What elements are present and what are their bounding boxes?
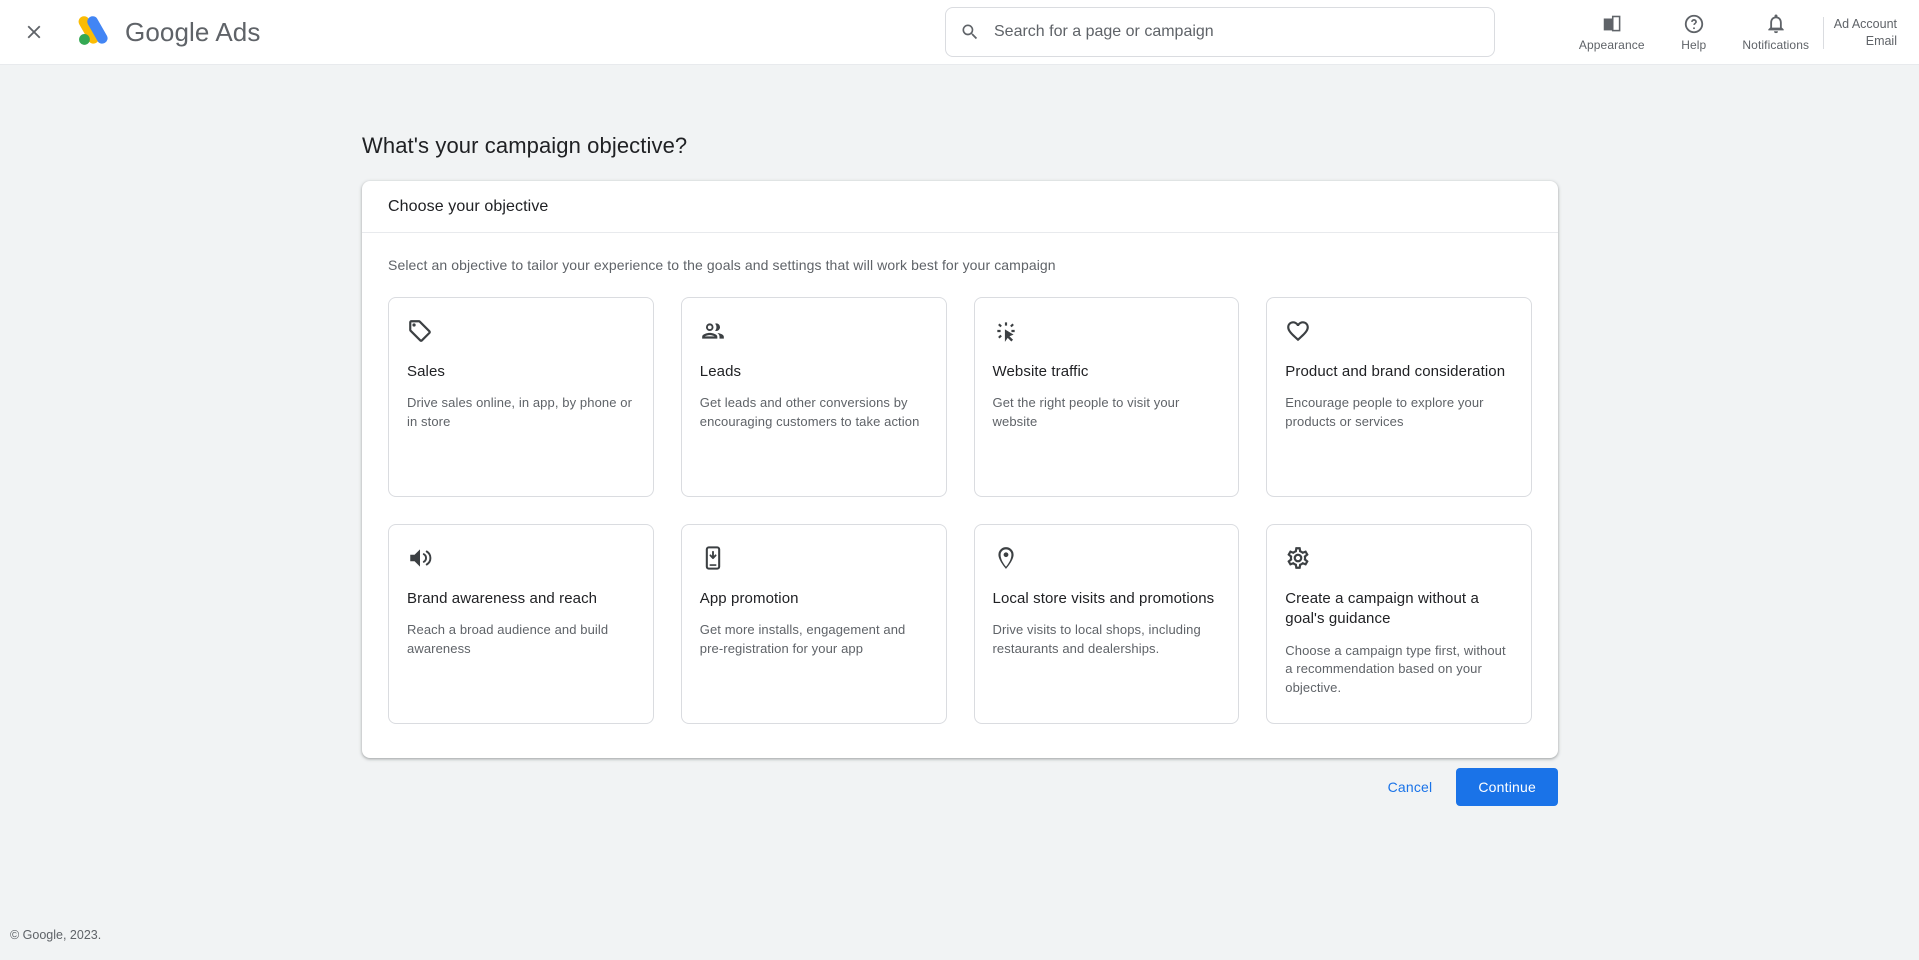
card-subtitle: Select an objective to tailor your exper… <box>388 257 1056 273</box>
app-header: Google Ads Appearance <box>0 0 1919 65</box>
objective-tile-local-store-visits[interactable]: Local store visits and promotions Drive … <box>973 524 1240 724</box>
objective-title: Website traffic <box>992 363 1089 380</box>
tag-icon <box>407 318 635 346</box>
help-button[interactable]: Help <box>1653 2 1735 64</box>
heart-icon <box>1285 318 1513 346</box>
objective-title: Leads <box>699 363 742 380</box>
phone-download-icon <box>700 545 928 573</box>
objective-title: Create a campaign without a goal's guida… <box>1285 590 1479 628</box>
close-icon <box>27 25 41 39</box>
objective-description: Drive sales online, in app, by phone or … <box>407 395 633 430</box>
appearance-button[interactable]: Appearance <box>1571 2 1653 64</box>
account-email: Email <box>1865 33 1897 48</box>
objective-title: App promotion <box>699 590 799 607</box>
objective-tile-brand-awareness[interactable]: Brand awareness and reach Reach a broad … <box>388 524 654 724</box>
copyright-text: © Google, 2023. <box>10 928 102 942</box>
search-container <box>945 7 1495 57</box>
objective-tile-website-traffic[interactable]: Website traffic Get the right people to … <box>973 297 1240 497</box>
help-label: Help <box>1681 38 1707 52</box>
appearance-icon <box>1603 15 1621 32</box>
search-icon <box>960 22 980 42</box>
form-actions: Cancel Continue <box>362 768 1558 806</box>
objective-tile-app-promotion[interactable]: App promotion Get more installs, engagem… <box>680 524 947 724</box>
ad-click-icon <box>993 318 1221 346</box>
objective-title: Brand awareness and reach <box>407 590 598 607</box>
close-button[interactable] <box>14 12 54 52</box>
brand-logo-link[interactable]: Google Ads <box>74 15 260 49</box>
google-ads-logo-icon <box>78 16 108 45</box>
page-title: What's your campaign objective? <box>362 132 688 158</box>
notifications-button[interactable]: Notifications <box>1735 2 1817 64</box>
objective-description: Get the right people to visit your websi… <box>992 395 1180 430</box>
help-icon <box>1684 14 1703 34</box>
account-name: Ad Account <box>1833 16 1897 31</box>
search-box[interactable] <box>945 7 1495 57</box>
search-input[interactable] <box>992 22 1480 42</box>
objective-description: Get more installs, engagement and pre-re… <box>699 622 906 657</box>
objective-grid: Sales Drive sales online, in app, by pho… <box>388 297 1532 724</box>
brand-title: Google Ads <box>125 17 260 48</box>
speaker-icon <box>407 545 635 573</box>
brand-secondary: Ads <box>215 16 261 47</box>
location-pin-icon <box>993 545 1221 573</box>
objective-card: Choose your objective Select an objectiv… <box>362 181 1558 758</box>
objective-title: Product and brand consideration <box>1285 363 1506 380</box>
bell-icon <box>1768 14 1784 34</box>
objective-title: Local store visits and promotions <box>992 590 1215 607</box>
cancel-button[interactable]: Cancel <box>1372 769 1449 805</box>
objective-description: Reach a broad audience and build awarene… <box>407 622 609 657</box>
objective-tile-product-brand-consideration[interactable]: Product and brand consideration Encourag… <box>1266 297 1532 497</box>
header-actions: Appearance Help Notifications Ad Account… <box>1571 0 1919 65</box>
account-info[interactable]: Ad Account Email <box>1834 16 1919 50</box>
gear-icon <box>1285 545 1513 573</box>
continue-button[interactable]: Continue <box>1456 768 1558 806</box>
objective-tile-leads[interactable]: Leads Get leads and other conversions by… <box>680 297 947 497</box>
objective-description: Choose a campaign type first, without a … <box>1285 642 1506 696</box>
card-body: Select an objective to tailor your exper… <box>362 233 1558 758</box>
objective-description: Get leads and other conversions by encou… <box>699 395 920 430</box>
people-icon <box>700 318 928 346</box>
header-divider <box>1822 16 1824 49</box>
card-header-title: Choose your objective <box>362 181 1558 233</box>
objective-tile-sales[interactable]: Sales Drive sales online, in app, by pho… <box>388 297 654 497</box>
objective-tile-no-goal-guidance[interactable]: Create a campaign without a goal's guida… <box>1266 524 1532 724</box>
objective-description: Drive visits to local shops, including r… <box>992 622 1201 657</box>
notifications-label: Notifications <box>1742 38 1810 52</box>
appearance-label: Appearance <box>1578 38 1645 52</box>
objective-title: Sales <box>407 363 446 380</box>
brand-primary: Google <box>125 16 210 47</box>
objective-description: Encourage people to explore your product… <box>1285 395 1484 430</box>
